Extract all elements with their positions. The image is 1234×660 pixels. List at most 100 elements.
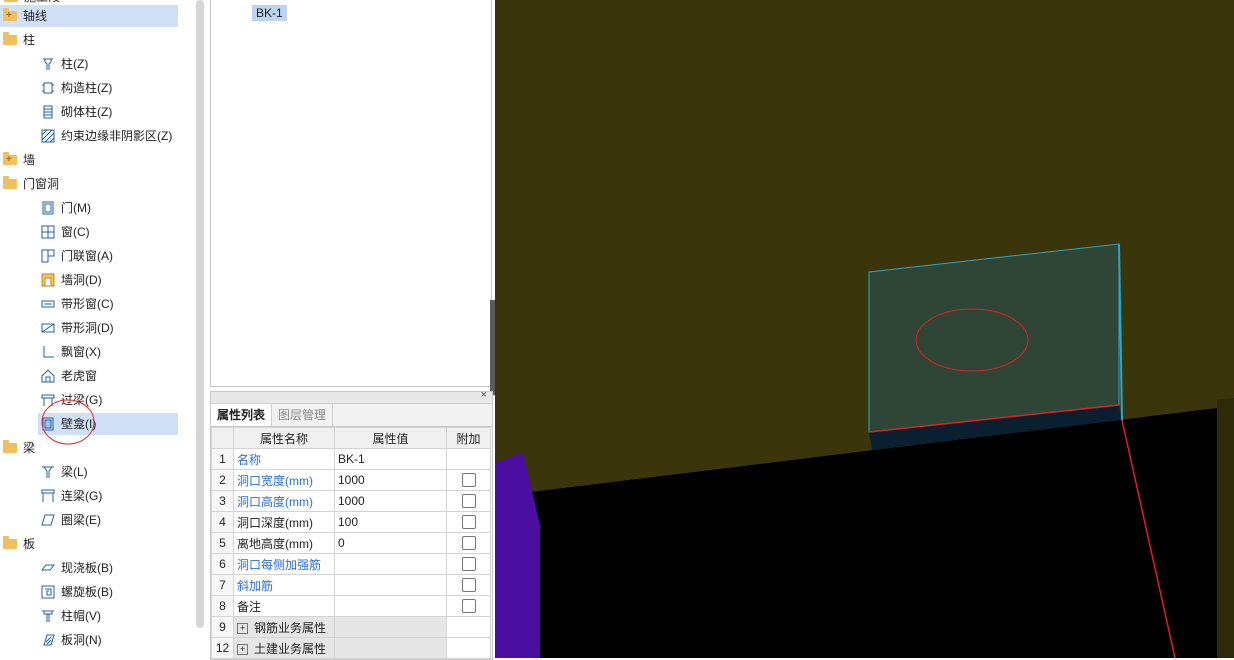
property-name: 离地高度(mm) xyxy=(237,536,313,551)
extra-checkbox[interactable] xyxy=(461,557,476,571)
row-index: 2 xyxy=(211,469,234,491)
tree-item-label: 现浇板(B) xyxy=(61,561,113,575)
property-value-cell[interactable] xyxy=(334,574,447,596)
property-value-cell[interactable]: 1000 xyxy=(334,490,447,512)
property-value-cell[interactable]: 0 xyxy=(334,532,447,554)
masonry-column-icon xyxy=(40,104,56,120)
tree-item[interactable]: 螺旋板(B) xyxy=(38,581,113,603)
tree-item-label: 板 xyxy=(23,537,36,551)
property-value-cell[interactable] xyxy=(334,637,447,659)
property-name: 备注 xyxy=(237,599,262,614)
property-row[interactable]: 4 洞口深度(mm) 100 xyxy=(211,511,491,533)
tree-item[interactable]: 带形洞(D) xyxy=(38,317,114,339)
door-window-icon xyxy=(40,248,56,264)
tree-item-label: 飘窗(X) xyxy=(61,345,101,359)
property-extra-cell xyxy=(446,553,491,575)
extra-checkbox[interactable] xyxy=(461,599,476,613)
tree-scrollbar[interactable] xyxy=(196,0,204,628)
tree-item-label: 轴线 xyxy=(23,9,48,23)
property-row[interactable]: 7 斜加筋 xyxy=(211,574,491,596)
property-value-cell[interactable]: 100 xyxy=(334,511,447,533)
tree-item-label: 梁(L) xyxy=(61,465,88,479)
property-value-cell[interactable]: 1000 xyxy=(334,469,447,491)
tree-item[interactable]: 窗(C) xyxy=(38,221,90,243)
tree-folder[interactable]: 门窗洞 xyxy=(0,173,59,195)
property-extra-cell xyxy=(446,595,491,617)
property-extra-cell xyxy=(446,469,491,491)
property-row[interactable]: 8 备注 xyxy=(211,595,491,617)
property-name: 名称 xyxy=(237,452,262,467)
tree-item-label: 砌体柱(Z) xyxy=(61,105,113,119)
folder-icon xyxy=(3,536,17,549)
property-row[interactable]: 12 + 土建业务属性 xyxy=(211,637,491,659)
tree-item-label: 柱 xyxy=(23,33,36,47)
component-tree: 施工段+轴线柱柱(Z)构造柱(Z)砌体柱(Z)约束边缘非阴影区(Z)+墙门窗洞门… xyxy=(0,0,194,658)
extra-checkbox[interactable] xyxy=(461,536,476,550)
extra-checkbox[interactable] xyxy=(461,515,476,529)
tree-item[interactable]: 墙洞(D) xyxy=(38,269,102,291)
folder-icon: + xyxy=(3,152,17,165)
tree-item-label: 柱帽(V) xyxy=(61,609,101,623)
extra-checkbox[interactable] xyxy=(461,578,476,592)
tree-item[interactable]: 柱(Z) xyxy=(38,53,88,75)
tree-item-label: 门联窗(A) xyxy=(61,249,113,263)
tree-folder[interactable]: 板 xyxy=(0,533,35,555)
property-value-cell[interactable] xyxy=(334,616,447,638)
close-icon[interactable]: × xyxy=(481,389,487,401)
tree-item[interactable]: 带形窗(C) xyxy=(38,293,114,315)
tree-item[interactable]: 现浇板(B) xyxy=(38,557,113,579)
property-name: 洞口宽度(mm) xyxy=(237,473,313,488)
tree-item[interactable]: 圈梁(E) xyxy=(38,509,101,531)
extra-checkbox[interactable] xyxy=(461,473,476,487)
folder-icon xyxy=(3,32,17,45)
tree-item[interactable]: 柱帽(V) xyxy=(38,605,101,627)
property-value-cell[interactable] xyxy=(334,553,447,575)
property-row[interactable]: 1 名称 BK-1 xyxy=(211,448,491,470)
tree-item[interactable]: 连梁(G) xyxy=(38,485,102,507)
property-row[interactable]: 5 离地高度(mm) 0 xyxy=(211,532,491,554)
property-name: 斜加筋 xyxy=(237,578,274,593)
slab-hole-icon xyxy=(40,632,56,648)
property-row[interactable]: 3 洞口高度(mm) 1000 xyxy=(211,490,491,512)
tree-item[interactable]: 梁(L) xyxy=(38,461,88,483)
property-row[interactable]: 9 + 钢筋业务属性 xyxy=(211,616,491,638)
tree-item[interactable]: 飘窗(X) xyxy=(38,341,101,363)
tree-item[interactable]: 约束边缘非阴影区(Z) xyxy=(38,125,172,147)
coupling-beam-icon xyxy=(40,488,56,504)
tree-item[interactable]: 板洞(N) xyxy=(38,629,102,651)
tree-item-label: 构造柱(Z) xyxy=(61,81,113,95)
folder-icon xyxy=(3,440,17,453)
tree-folder[interactable]: 柱 xyxy=(0,29,35,51)
property-row[interactable]: 6 洞口每侧加强筋 xyxy=(211,553,491,575)
3d-viewport[interactable] xyxy=(495,0,1234,658)
expand-icon[interactable]: + xyxy=(237,643,248,655)
tree-item-label: 圈梁(E) xyxy=(61,513,101,527)
property-value-cell[interactable] xyxy=(334,595,447,617)
tree-item[interactable]: 构造柱(Z) xyxy=(38,77,112,99)
component-item-bk1[interactable]: BK-1 xyxy=(252,5,287,21)
tab-layer-management[interactable]: 图层管理 xyxy=(272,404,334,426)
extra-checkbox[interactable] xyxy=(461,494,476,508)
tree-item[interactable]: 老虎窗 xyxy=(38,365,97,387)
expand-icon[interactable]: + xyxy=(237,622,248,634)
tree-folder[interactable]: + 墙 xyxy=(0,149,35,171)
property-extra-cell xyxy=(446,574,491,596)
tree-item-label: 墙 xyxy=(23,153,36,167)
property-value-cell[interactable]: BK-1 xyxy=(334,448,447,470)
property-name-cell: + 钢筋业务属性 xyxy=(233,616,335,638)
column-cap-icon xyxy=(40,608,56,624)
scene-canvas[interactable] xyxy=(495,0,1234,658)
property-name-cell: 洞口宽度(mm) xyxy=(233,469,335,491)
dormer-window-icon xyxy=(40,368,56,384)
tab-property-list[interactable]: 属性列表 xyxy=(211,404,273,426)
tree-item[interactable]: 门联窗(A) xyxy=(38,245,113,267)
niche-face[interactable] xyxy=(868,243,1120,433)
tree-item[interactable]: 砌体柱(Z) xyxy=(38,101,112,123)
strip-hole-icon xyxy=(40,320,56,336)
property-extra-cell xyxy=(446,511,491,533)
property-row[interactable]: 2 洞口宽度(mm) 1000 xyxy=(211,469,491,491)
tree-folder[interactable]: 梁 xyxy=(0,437,35,459)
property-name-cell: 洞口高度(mm) xyxy=(233,490,335,512)
tree-item[interactable]: 门(M) xyxy=(38,197,91,219)
tree-folder[interactable]: + 轴线 xyxy=(0,5,178,27)
